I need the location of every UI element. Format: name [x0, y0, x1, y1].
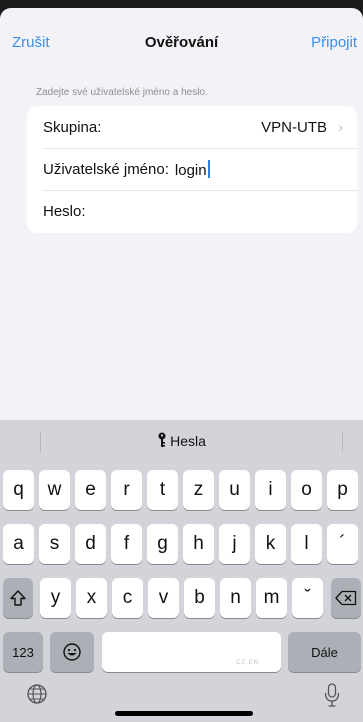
keyboard-footer: [0, 682, 363, 722]
key-7[interactable]: j: [219, 524, 250, 564]
key-row-1: qwertzuiop: [0, 470, 363, 512]
key-5[interactable]: g: [147, 524, 178, 564]
username-value: login: [174, 161, 207, 179]
username-field[interactable]: login: [174, 159, 210, 179]
dictation-key[interactable]: [323, 682, 341, 713]
key-10[interactable]: p: [327, 470, 358, 510]
key-8[interactable]: i: [255, 470, 286, 510]
key-6[interactable]: n: [220, 578, 251, 618]
login-form: Skupina: VPN-UTB › Uživatelské jméno: lo…: [27, 106, 357, 233]
key-row-3: yxcvbnmˇ: [0, 578, 363, 620]
passwords-suggestion[interactable]: Hesla: [0, 432, 363, 449]
key-7[interactable]: m: [256, 578, 287, 618]
key-2[interactable]: w: [39, 470, 70, 510]
key-1[interactable]: a: [3, 524, 34, 564]
group-row[interactable]: Skupina: VPN-UTB ›: [27, 106, 357, 148]
globe-key[interactable]: [25, 682, 49, 711]
key-6[interactable]: h: [183, 524, 214, 564]
connect-button[interactable]: Připojit: [311, 34, 357, 51]
key-3[interactable]: d: [75, 524, 106, 564]
delete-icon: [335, 590, 357, 606]
password-label: Heslo:: [43, 202, 86, 220]
key-3[interactable]: e: [75, 470, 106, 510]
suggestion-bar: Hesla: [0, 420, 363, 464]
chevron-right-icon: ›: [338, 118, 343, 136]
key-5[interactable]: b: [184, 578, 215, 618]
key-2[interactable]: x: [76, 578, 107, 618]
key-9[interactable]: l: [291, 524, 322, 564]
username-row[interactable]: Uživatelské jméno: login: [27, 148, 357, 190]
keyboard: Hesla qwertzuiop a s d f g h j k l ´ yxcvbnmˇ 123: [0, 420, 363, 722]
key-2[interactable]: s: [39, 524, 70, 564]
auth-sheet: Zrušit Ověřování Připojit Zadejte své už…: [0, 8, 363, 722]
key-10[interactable]: ´: [327, 524, 358, 564]
key-3[interactable]: c: [112, 578, 143, 618]
home-indicator: [115, 711, 253, 716]
password-row[interactable]: Heslo:: [27, 190, 357, 232]
key-1[interactable]: y: [40, 578, 71, 618]
key-1[interactable]: q: [3, 470, 34, 510]
key-4[interactable]: v: [148, 578, 179, 618]
navigation-bar: Zrušit Ověřování Připojit: [0, 8, 363, 72]
return-key[interactable]: Dále: [288, 632, 361, 672]
emoji-icon: [63, 643, 81, 661]
globe-icon: [27, 684, 47, 704]
space-brand: CZ EN: [236, 660, 259, 666]
key-9[interactable]: o: [291, 470, 322, 510]
microphone-icon: [324, 683, 340, 707]
numbers-key[interactable]: 123: [3, 632, 43, 672]
passwords-label: Hesla: [170, 433, 206, 449]
key-6[interactable]: z: [183, 470, 214, 510]
key-4[interactable]: f: [111, 524, 142, 564]
form-hint: Zadejte své uživatelské jméno a heslo.: [36, 87, 208, 98]
space-key[interactable]: CZ EN: [102, 632, 281, 672]
group-value: VPN-UTB: [261, 118, 327, 136]
key-8[interactable]: ˇ: [292, 578, 323, 618]
text-cursor: [207, 159, 210, 178]
delete-key[interactable]: [331, 578, 361, 618]
shift-icon: [10, 590, 26, 606]
emoji-key[interactable]: [50, 632, 94, 672]
page-title: Ověřování: [144, 34, 219, 51]
key-row-4: 123 CZ EN Dále: [0, 632, 363, 674]
suggestion-divider: [342, 432, 343, 452]
key-row-2: a s d f g h j k l ´: [0, 524, 363, 566]
username-label: Uživatelské jméno:: [43, 160, 169, 178]
key-icon: [158, 432, 166, 447]
group-label: Skupina:: [43, 118, 102, 136]
key-7[interactable]: u: [219, 470, 250, 510]
key-8[interactable]: k: [255, 524, 286, 564]
key-5[interactable]: t: [147, 470, 178, 510]
shift-key[interactable]: [3, 578, 33, 618]
key-4[interactable]: r: [111, 470, 142, 510]
